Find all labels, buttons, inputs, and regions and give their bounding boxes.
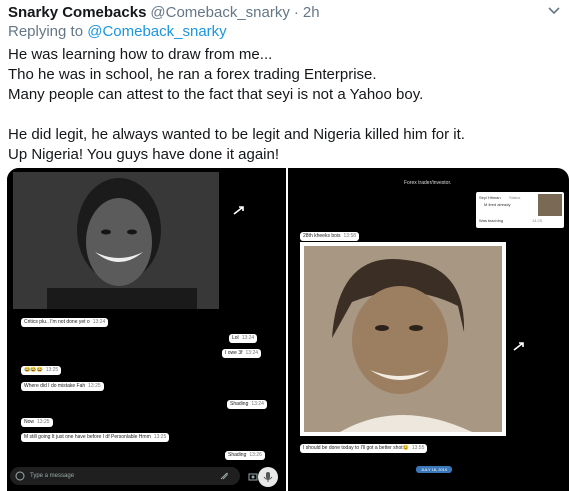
chat-message: Critics plu.. I'm not done yet o 13:24 <box>21 318 109 327</box>
replying-to: Replying to @Comeback_snarky <box>8 23 227 40</box>
message-time: 13:25 <box>153 434 167 440</box>
chat-message: Now 13:25 <box>21 418 53 427</box>
message-text: Lol <box>232 335 239 341</box>
quote-name: Seyi Hitman <box>479 195 501 200</box>
message-time: 13:24 <box>245 350 259 356</box>
message-time: 13:25 <box>45 367 59 373</box>
reply-prefix: Replying to <box>8 23 84 40</box>
chat-message: M still going It just one have before I … <box>21 433 170 442</box>
camera-icon[interactable] <box>248 471 258 481</box>
tweet-header: Snarky Comebacks @Comeback_snarky · 2h <box>8 2 320 22</box>
message-text: Now <box>24 419 35 425</box>
reply-mention[interactable]: @Comeback_snarky <box>87 23 226 40</box>
message-text: Shading <box>228 452 247 458</box>
quote-time: 14:25 <box>532 218 543 223</box>
quote-sub: Status <box>509 195 521 200</box>
message-text: Shading <box>230 401 249 407</box>
message-text: 😂😂😂 <box>24 367 43 373</box>
message-text: 28th kheeks bois <box>303 233 341 239</box>
message-time: 13:25 <box>88 383 101 389</box>
chat-message: Shading 13:26 <box>225 451 265 460</box>
tweet-line: He was learning how to draw from me... <box>8 46 273 63</box>
chat-message: I should be done today to I'll got a bet… <box>300 444 428 453</box>
message-text: Critics plu.. I'm not done yet o <box>24 319 90 325</box>
tweet-line: Up Nigeria! You guys have done it again! <box>8 146 280 163</box>
quoted-status: Seyi Hitman Status M tired already Was t… <box>476 192 564 228</box>
message-time: 13:24 <box>251 401 264 407</box>
author-name[interactable]: Snarky Comebacks <box>8 4 146 21</box>
chat-message: Where did I do mistake Fah 13:25 <box>21 382 104 391</box>
date-divider: JULY 18, 2019 <box>416 466 453 473</box>
message-text: Where did I do mistake Fah <box>24 383 86 389</box>
quote-text: M tired already <box>484 202 511 207</box>
message-time: 13:25 <box>37 419 50 425</box>
attach-icon[interactable] <box>219 471 229 481</box>
message-text: I owe 3f <box>225 350 243 356</box>
quote-caption: Was teaching <box>479 218 504 223</box>
tweet-line: Many people can attest to the fact that … <box>8 86 424 103</box>
chat-screenshot-right[interactable]: Forex trader/investor. Seyi Hitman Statu… <box>288 168 569 491</box>
separator: · <box>293 3 299 21</box>
message-text: M still going It just one have before I … <box>24 434 151 440</box>
message-time: 13:24 <box>241 335 255 341</box>
chat-message: Shading 13:24 <box>227 400 267 409</box>
message-placeholder: Type a message <box>30 473 75 479</box>
chat-screenshot-left[interactable]: Critics plu.. I'm not done yet o 13:24 Lo… <box>7 168 286 491</box>
mic-button[interactable] <box>258 467 278 487</box>
tweet-line: He did legit, he always wanted to be leg… <box>8 126 465 143</box>
portrait-photo <box>7 168 286 313</box>
chevron-down-icon[interactable] <box>546 2 562 18</box>
timestamp[interactable]: 2h <box>303 4 320 21</box>
message-time: 13:58 <box>343 233 357 239</box>
chat-message: 😂😂😂 13:25 <box>21 366 62 375</box>
contact-header: Forex trader/investor. <box>404 180 452 186</box>
chat-message: I owe 3f 13:24 <box>222 349 262 358</box>
message-time: 13:55 <box>411 445 425 451</box>
quote-thumbnail <box>538 194 562 216</box>
tweet-media[interactable]: Critics plu.. I'm not done yet o 13:24 Lo… <box>7 168 569 491</box>
chat-message: Lol 13:24 <box>229 334 258 343</box>
emoji-icon[interactable] <box>15 471 25 481</box>
tweet-line: Tho he was in school, he ran a forex tra… <box>8 66 377 83</box>
tweet: Snarky Comebacks @Comeback_snarky · 2h R… <box>0 0 570 491</box>
message-time: 13:26 <box>249 452 262 458</box>
message-input[interactable]: Type a message <box>10 467 240 485</box>
chat-message: 28th kheeks bois 13:58 <box>300 232 360 241</box>
message-time: 13:24 <box>92 319 106 325</box>
message-text: I should be done today to I'll got a bet… <box>303 445 409 451</box>
mic-icon <box>263 472 273 482</box>
tweet-text: He was learning how to draw from me... T… <box>8 45 558 165</box>
author-handle[interactable]: @Comeback_snarky <box>150 4 289 21</box>
